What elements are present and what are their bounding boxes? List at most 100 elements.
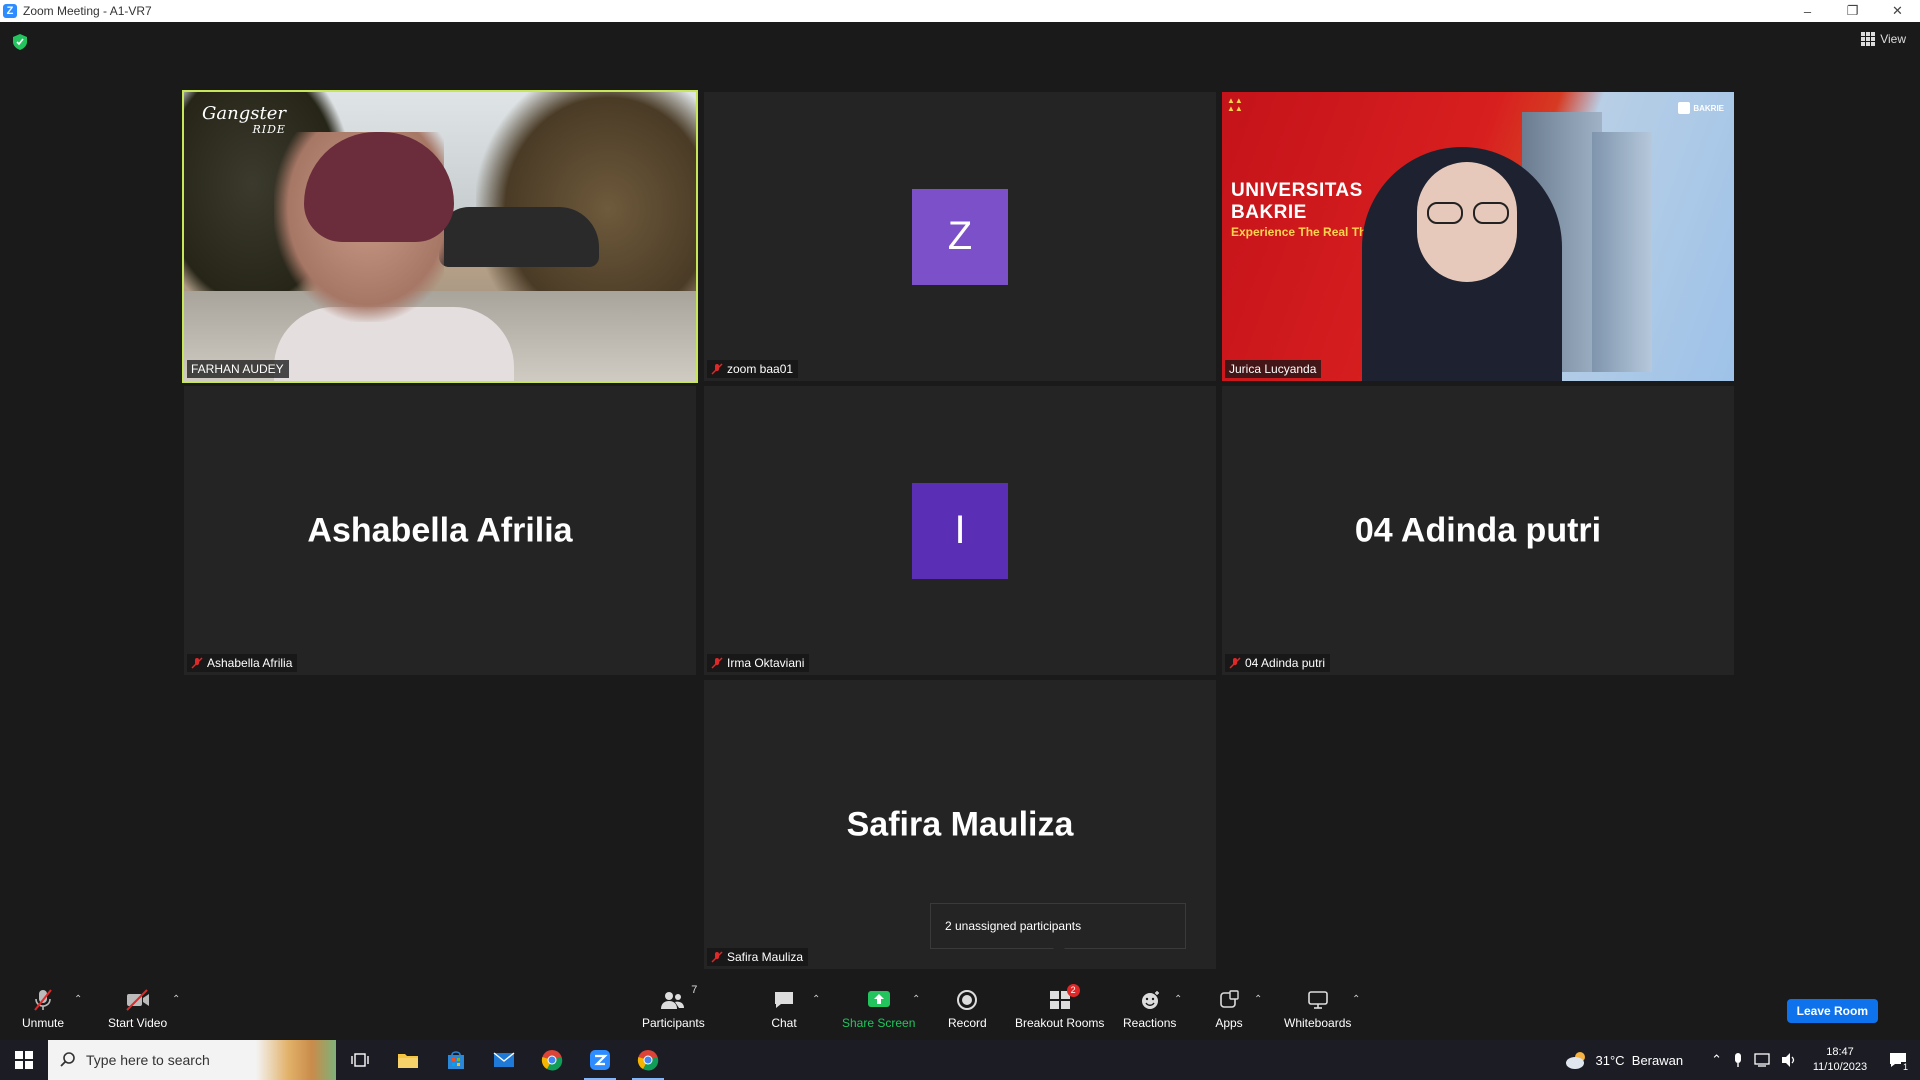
zoom-taskbar-button[interactable]	[576, 1040, 624, 1080]
video-overlay-logo: Gangster RIDE	[202, 103, 286, 137]
clock-time: 18:47	[1826, 1046, 1854, 1058]
network-icon[interactable]	[1754, 1052, 1772, 1068]
mic-muted-icon	[29, 988, 57, 1012]
close-button[interactable]: ✕	[1875, 0, 1920, 22]
apps-options-caret[interactable]: ⌃	[1254, 994, 1262, 1005]
breakout-rooms-icon: 2	[1046, 984, 1080, 1012]
mic-muted-icon	[711, 363, 723, 375]
store-icon	[448, 1051, 464, 1069]
chrome-icon	[637, 1050, 659, 1071]
participants-count: 7	[691, 984, 698, 996]
reactions-options-caret[interactable]: ⌃	[1174, 994, 1182, 1005]
video-tile-farhan-audey[interactable]: Gangster RIDE FARHAN AUDEY	[182, 90, 698, 383]
video-tile-irma-oktaviani[interactable]: I Irma Oktaviani	[704, 386, 1216, 675]
breakout-rooms-button[interactable]: 2 Breakout Rooms	[1015, 984, 1104, 1030]
slide-title: UNIVERSITAS BAKRIE	[1231, 180, 1363, 223]
search-highlight-image	[256, 1040, 336, 1080]
notifications-button[interactable]: 1	[1876, 1040, 1920, 1080]
smiley-icon	[1136, 988, 1164, 1012]
notification-count: 1	[1900, 1062, 1910, 1072]
start-video-button[interactable]: Start Video	[108, 988, 167, 1030]
chat-options-caret[interactable]: ⌃	[812, 994, 820, 1005]
reactions-button[interactable]: Reactions	[1123, 988, 1176, 1030]
folder-icon	[398, 1054, 418, 1068]
share-options-caret[interactable]: ⌃	[912, 994, 920, 1005]
slide-logo: ▲▲ ▲▲	[1227, 96, 1243, 113]
apps-icon	[1215, 988, 1243, 1012]
security-shield-icon[interactable]	[13, 34, 27, 50]
mic-muted-icon	[711, 657, 723, 669]
search-icon	[60, 1052, 75, 1067]
participant-display-name: Ashabella Afrilia	[307, 511, 573, 549]
windows-logo-icon	[15, 1051, 33, 1069]
participants-icon: 7	[659, 984, 697, 1012]
speaker-icon[interactable]	[1780, 1052, 1798, 1068]
clock-date: 11/10/2023	[1812, 1061, 1868, 1073]
avatar: I	[912, 482, 1008, 579]
participant-name-label: Irma Oktaviani	[707, 654, 810, 672]
record-button[interactable]: Record	[948, 988, 987, 1030]
chrome-button[interactable]	[528, 1040, 576, 1080]
weather-text[interactable]: 31°C Berawan	[1596, 1053, 1684, 1068]
participant-display-name: Safira Mauliza	[846, 805, 1074, 843]
video-tile-zoom-baa01[interactable]: Z zoom baa01	[704, 92, 1216, 381]
microsoft-store-button[interactable]	[432, 1040, 480, 1080]
audio-options-caret[interactable]: ⌃	[74, 994, 82, 1005]
mail-button[interactable]	[480, 1040, 528, 1080]
search-placeholder: Type here to search	[86, 1052, 210, 1068]
participants-button[interactable]: 7 Participants	[642, 984, 705, 1030]
view-button[interactable]: View	[1861, 32, 1906, 46]
participant-name-label: zoom baa01	[707, 360, 799, 378]
slide-brand-logo: BAKRIE	[1678, 102, 1724, 114]
car-image	[439, 207, 599, 267]
share-screen-icon	[865, 988, 893, 1012]
unmute-button[interactable]: Unmute	[22, 988, 64, 1030]
leave-room-button[interactable]: Leave Room	[1786, 999, 1878, 1023]
participant-display-name: 04 Adinda putri	[1354, 511, 1602, 549]
grid-view-icon	[1861, 32, 1876, 46]
chat-button[interactable]: Chat	[770, 988, 798, 1030]
participant-name-label: Jurica Lucyanda	[1225, 360, 1322, 378]
system-tray: 31°C Berawan ⌃ 18:47 11/10/2023 1	[1564, 1040, 1920, 1080]
video-options-caret[interactable]: ⌃	[172, 994, 180, 1005]
microphone-icon[interactable]	[1732, 1052, 1744, 1068]
participant-name-label: 04 Adinda putri	[1225, 654, 1331, 672]
task-view-button[interactable]	[336, 1040, 384, 1080]
video-tile-ashabella-afrilia[interactable]: Ashabella Afrilia Ashabella Afrilia	[184, 386, 696, 675]
avatar: Z	[912, 188, 1008, 285]
share-screen-button[interactable]: Share Screen	[842, 988, 915, 1030]
task-view-icon	[351, 1053, 369, 1067]
meeting-area: View Gangster RIDE FARHAN AUDEY Z zoom ba…	[0, 22, 1920, 972]
video-tile-jurica-lucyanda[interactable]: ▲▲ ▲▲ BAKRIE UNIVERSITAS BAKRIE Experience…	[1222, 92, 1734, 381]
weather-cloud-icon[interactable]	[1564, 1050, 1590, 1070]
whiteboards-options-caret[interactable]: ⌃	[1352, 994, 1360, 1005]
video-tile-adinda-putri[interactable]: 04 Adinda putri 04 Adinda putri	[1222, 386, 1734, 675]
whiteboards-button[interactable]: Whiteboards	[1284, 988, 1351, 1030]
start-button[interactable]	[0, 1040, 48, 1080]
whiteboard-icon	[1304, 988, 1332, 1012]
clock[interactable]: 18:47 11/10/2023	[1804, 1045, 1876, 1075]
window-controls: – ❐ ✕	[1785, 0, 1920, 22]
title-bar: Z Zoom Meeting - A1-VR7 – ❐ ✕	[0, 0, 1920, 22]
zoom-icon	[590, 1050, 610, 1070]
participant-name-label: Ashabella Afrilia	[187, 654, 298, 672]
meeting-controls-bar: Unmute ⌃ Start Video ⌃ 7 Participants Ch…	[0, 972, 1920, 1040]
chevron-up-icon[interactable]: ⌃	[1711, 1052, 1722, 1068]
taskbar-search-box[interactable]: Type here to search	[48, 1040, 336, 1080]
mic-muted-icon	[711, 951, 723, 963]
video-off-icon	[124, 988, 152, 1012]
windows-taskbar: Type here to search 31°C Berawan ⌃ 18:47…	[0, 1040, 1920, 1080]
chrome-icon	[541, 1050, 563, 1071]
restore-button[interactable]: ❐	[1830, 0, 1875, 22]
mail-icon	[493, 1052, 515, 1067]
apps-button[interactable]: Apps	[1215, 988, 1243, 1030]
breakout-badge: 2	[1066, 984, 1080, 997]
view-label: View	[1880, 32, 1906, 46]
record-icon	[953, 988, 981, 1012]
chat-icon	[770, 988, 798, 1012]
participant-name-label: FARHAN AUDEY	[187, 360, 289, 378]
mic-muted-icon	[191, 657, 203, 669]
minimize-button[interactable]: –	[1785, 0, 1830, 22]
file-explorer-button[interactable]	[384, 1040, 432, 1080]
chrome-profile-button[interactable]	[624, 1040, 672, 1080]
